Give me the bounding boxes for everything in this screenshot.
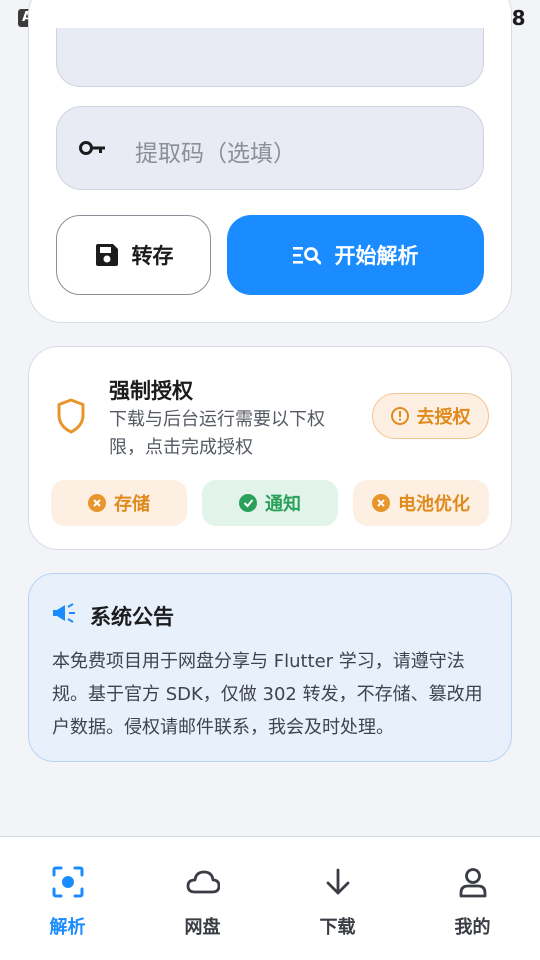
permission-title: 强制授权 <box>109 379 193 403</box>
permission-chip-storage[interactable]: 存储 <box>51 480 187 526</box>
save-button[interactable]: 转存 <box>56 215 211 295</box>
save-button-label: 转存 <box>131 244 174 268</box>
permission-chip-label: 通知 <box>265 494 301 515</box>
error-circle-icon <box>88 494 106 512</box>
bottom-navigation: 解析 网盘 下载 我的 <box>0 836 540 960</box>
nav-item-profile[interactable]: 我的 <box>405 837 540 960</box>
download-icon <box>326 868 349 895</box>
authorize-button[interactable]: 去授权 <box>372 393 489 439</box>
extraction-code-input[interactable]: 提取码（选填） <box>56 106 484 190</box>
nav-label: 解析 <box>49 917 86 938</box>
cloud-icon <box>186 870 220 894</box>
scan-icon <box>52 866 83 898</box>
error-circle-icon <box>372 494 390 512</box>
key-icon <box>79 141 105 155</box>
shield-icon <box>57 398 85 434</box>
start-parse-label: 开始解析 <box>334 244 419 268</box>
megaphone-icon <box>53 603 75 623</box>
nav-item-cloud[interactable]: 网盘 <box>135 837 270 960</box>
nav-label: 下载 <box>319 917 356 938</box>
nav-label: 网盘 <box>184 917 221 938</box>
permission-chip-label: 电池优化 <box>398 494 470 515</box>
alert-circle-icon <box>390 407 409 425</box>
start-parse-button[interactable]: 开始解析 <box>227 215 484 295</box>
nav-label: 我的 <box>454 917 491 938</box>
extraction-code-placeholder: 提取码（选填） <box>135 141 296 167</box>
search-list-icon <box>292 247 321 265</box>
share-link-input[interactable] <box>56 28 484 87</box>
permission-description: 下载与后台运行需要以下权限，点击完成授权 <box>109 409 325 458</box>
check-circle-icon <box>239 494 257 512</box>
permission-chip-battery[interactable]: 电池优化 <box>353 480 489 526</box>
profile-icon <box>459 868 486 898</box>
authorize-label: 去授权 <box>416 407 471 428</box>
nav-item-download[interactable]: 下载 <box>270 837 405 960</box>
notice-body: 本免费项目用于网盘分享与 Flutter 学习，请遵守法规。基于官方 SDK，仅… <box>52 651 483 738</box>
nav-item-parse[interactable]: 解析 <box>0 837 135 960</box>
permission-chip-notification[interactable]: 通知 <box>202 480 338 526</box>
save-icon <box>95 244 118 266</box>
permission-chip-label: 存储 <box>114 494 150 515</box>
notice-title: 系统公告 <box>90 605 174 629</box>
